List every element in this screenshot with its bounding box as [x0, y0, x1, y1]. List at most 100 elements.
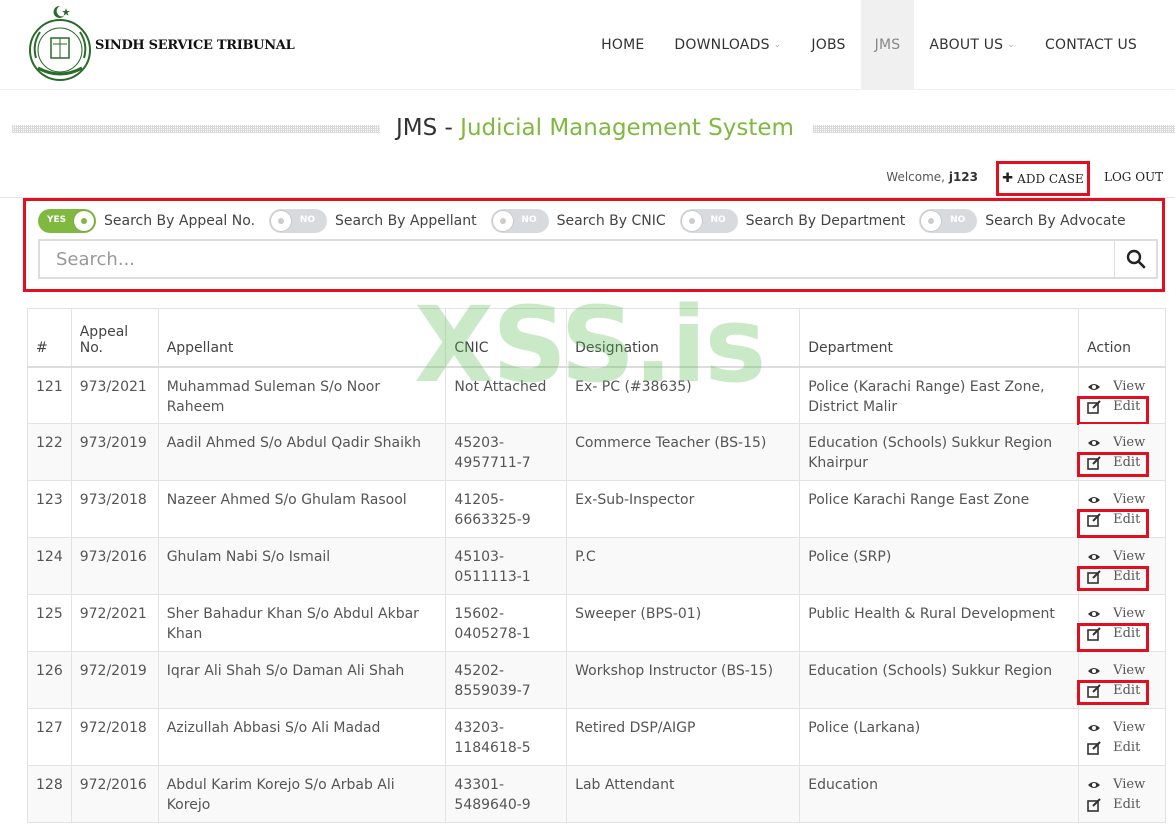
- title-divider-left: [12, 125, 380, 133]
- filter-label-appeal-no: Search By Appeal No.: [104, 213, 256, 229]
- cell-actions: View Edit: [1078, 708, 1166, 766]
- cell-department: Police (SRP): [799, 537, 1080, 595]
- add-case-button[interactable]: ✚ ADD CASE: [996, 161, 1090, 196]
- cell-department: Education (Schools) Sukkur Region Khairp…: [799, 423, 1080, 481]
- cell-cnic: 45202-8559039-7: [445, 651, 568, 709]
- username: j123: [948, 170, 978, 184]
- page-title-band: JMS - Judicial Management System: [12, 115, 1175, 143]
- add-case-label: ADD CASE: [1017, 171, 1084, 186]
- cell-department: Education: [799, 765, 1080, 823]
- cell-appeal-no: 973/2016: [70, 537, 159, 595]
- view-link[interactable]: View: [1079, 775, 1165, 795]
- cell-cnic: 41205-6663325-9: [445, 480, 568, 538]
- table-row: 124 973/2016 Ghulam Nabi S/o Ismail 4510…: [27, 537, 1166, 595]
- edit-highlight-box: [1077, 623, 1150, 652]
- toggle-advocate[interactable]: NO: [919, 209, 978, 233]
- col-header-number: #: [27, 308, 72, 368]
- cell-designation: Lab Attendant: [566, 765, 801, 823]
- edit-label: Edit: [1113, 797, 1141, 812]
- view-label: View: [1113, 777, 1146, 792]
- cell-designation: Ex-Sub-Inspector: [566, 480, 801, 538]
- eye-icon: [1088, 782, 1101, 788]
- toggle-state-text: NO: [710, 215, 726, 225]
- toggle-appellant[interactable]: NO: [269, 209, 328, 233]
- edit-icon: [1087, 798, 1101, 812]
- nav-contact-us[interactable]: CONTACT US: [1030, 0, 1175, 90]
- cell-appeal-no: 972/2018: [70, 708, 159, 766]
- edit-link[interactable]: Edit: [1079, 795, 1165, 815]
- nav-jobs[interactable]: JOBS: [796, 0, 860, 90]
- toggle-state-text: NO: [521, 215, 537, 225]
- view-label: View: [1113, 720, 1146, 735]
- nav-jms[interactable]: JMS: [860, 0, 915, 90]
- nav-downloads[interactable]: DOWNLOADS ⌄: [659, 0, 796, 90]
- view-link[interactable]: View: [1079, 433, 1165, 453]
- cell-actions: View Edit: [1077, 594, 1166, 652]
- eye-icon: [1088, 554, 1101, 560]
- eye-icon: [1088, 611, 1101, 617]
- table-header-row: # Appeal No. Appellant CNIC Designation …: [27, 308, 1166, 368]
- cell-designation: Workshop Instructor (BS-15): [566, 651, 801, 709]
- cell-appeal-no: 972/2019: [70, 651, 159, 709]
- welcome-label: Welcome,: [886, 170, 945, 184]
- nav-about-us[interactable]: ABOUT US ⌄: [914, 0, 1030, 90]
- col-header-cnic: CNIC: [445, 308, 568, 368]
- cell-department: Police (Larkana): [799, 708, 1080, 766]
- site-header: SINDH SERVICE TRIBUNAL HOME DOWNLOADS ⌄ …: [0, 0, 1175, 90]
- view-link[interactable]: View: [1079, 604, 1165, 624]
- edit-highlight-box: [1077, 395, 1150, 425]
- chevron-down-icon: ⌄: [1007, 40, 1016, 50]
- nav-contact-us-label: CONTACT US: [1045, 37, 1137, 53]
- cell-number: 121: [27, 366, 72, 424]
- cell-actions: View Edit: [1077, 366, 1166, 425]
- tribunal-emblem-logo[interactable]: [24, 2, 96, 84]
- search-button[interactable]: [1114, 241, 1156, 277]
- cell-appeal-no: 973/2018: [70, 480, 159, 538]
- cell-cnic: 45203-4957711-7: [445, 423, 568, 481]
- search-input[interactable]: [40, 241, 1114, 277]
- toggle-cnic[interactable]: NO: [490, 209, 549, 233]
- cell-department: Police (Karachi Range) East Zone, Distri…: [799, 366, 1080, 424]
- chevron-down-icon: ⌄: [773, 40, 782, 50]
- view-link[interactable]: View: [1079, 377, 1165, 397]
- view-link[interactable]: View: [1079, 547, 1165, 567]
- plus-icon: ✚: [1002, 171, 1014, 186]
- cell-appeal-no: 973/2019: [70, 423, 159, 481]
- col-header-designation: Designation: [566, 308, 801, 368]
- brand-name[interactable]: SINDH SERVICE TRIBUNAL: [95, 38, 295, 53]
- logout-link[interactable]: LOG OUT: [1104, 170, 1163, 184]
- title-divider-right: [813, 125, 1175, 133]
- edit-link[interactable]: Edit: [1079, 738, 1165, 758]
- nav-about-us-label: ABOUT US: [929, 37, 1004, 53]
- nav-home-label: HOME: [601, 37, 645, 53]
- col-header-action: Action: [1078, 308, 1166, 368]
- cell-designation: Ex- PC (#38635): [566, 366, 801, 424]
- col-header-appeal-no: Appeal No.: [70, 308, 159, 368]
- view-label: View: [1113, 435, 1146, 450]
- view-link[interactable]: View: [1079, 490, 1165, 510]
- nav-downloads-label: DOWNLOADS: [674, 37, 770, 53]
- nav-home[interactable]: HOME: [586, 0, 659, 90]
- eye-icon: [1088, 383, 1101, 390]
- toggle-state-text: YES: [47, 215, 67, 225]
- view-link[interactable]: View: [1079, 661, 1165, 681]
- cell-actions: View Edit: [1077, 423, 1166, 481]
- view-label: View: [1113, 663, 1146, 678]
- col-header-department: Department: [799, 308, 1080, 368]
- cell-department: Public Health & Rural Development: [799, 594, 1080, 652]
- page-title: JMS - Judicial Management System: [396, 115, 794, 141]
- eye-icon: [1088, 497, 1101, 503]
- view-link[interactable]: View: [1079, 718, 1165, 738]
- filter-label-appellant: Search By Appellant: [335, 213, 477, 229]
- cell-cnic: 15602-0405278-1: [445, 594, 568, 652]
- cell-number: 125: [27, 594, 72, 652]
- cell-designation: P.C: [566, 537, 801, 595]
- edit-highlight-box: [1077, 680, 1150, 705]
- eye-icon: [1088, 725, 1101, 731]
- cell-number: 123: [27, 480, 72, 538]
- toggle-appeal-no[interactable]: YES: [38, 209, 96, 233]
- cell-number: 122: [27, 423, 72, 481]
- toggle-department[interactable]: NO: [679, 209, 738, 233]
- nav-jms-label: JMS: [874, 37, 901, 53]
- cell-appellant: Aadil Ahmed S/o Abdul Qadir Shaikh: [157, 423, 447, 481]
